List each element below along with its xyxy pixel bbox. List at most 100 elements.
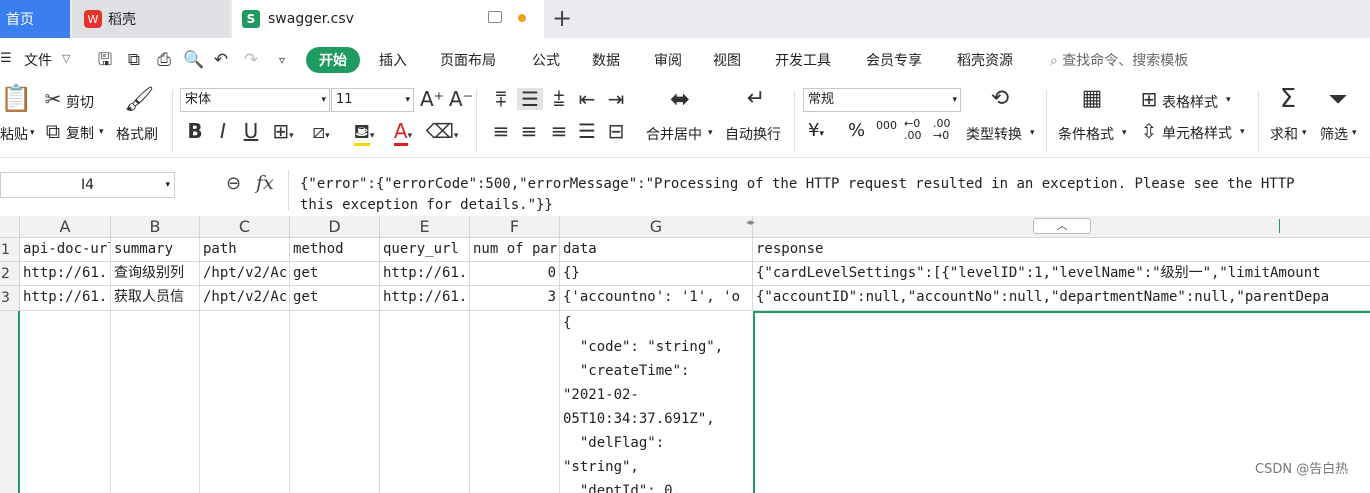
cell-e1[interactable]: query_url <box>380 238 470 262</box>
bold-icon[interactable]: B <box>184 120 206 142</box>
conditional-format-icon[interactable]: ▦ <box>1076 88 1108 110</box>
menu-member[interactable]: 会员专享 <box>866 50 922 70</box>
menu-view[interactable]: 视图 <box>713 50 741 70</box>
customize-icon[interactable]: ▿ <box>272 50 292 70</box>
column-header-a[interactable]: A <box>20 216 111 238</box>
column-header-e[interactable]: E <box>380 216 470 238</box>
cell-d1[interactable]: method <box>290 238 380 262</box>
paste-button[interactable]: 粘贴 <box>0 124 28 144</box>
italic-icon[interactable]: I <box>212 120 234 142</box>
wrap-text-button[interactable]: 自动换行 <box>725 124 781 144</box>
chevron-down-icon[interactable]: ▽ <box>62 52 70 65</box>
percent-icon[interactable]: % <box>848 120 865 141</box>
cell-f3[interactable]: 3 <box>470 286 560 311</box>
border-icon[interactable]: ⊞▾ <box>268 120 298 147</box>
cell-g4[interactable]: { "code": "string", "createTime": "2021-… <box>563 311 753 493</box>
decrease-font-icon[interactable]: A⁻ <box>449 88 473 110</box>
menu-formula[interactable]: 公式 <box>532 50 560 70</box>
cell-d2[interactable]: get <box>290 262 380 286</box>
select-all-corner[interactable] <box>0 216 20 238</box>
cell-b3[interactable]: 获取人员信 <box>111 286 200 311</box>
menu-resources[interactable]: 稻壳资源 <box>957 50 1013 70</box>
merge-center-button[interactable]: 合并居中 <box>646 124 702 144</box>
cell-g2[interactable]: {} <box>560 262 753 286</box>
copy-button[interactable]: 复制 <box>66 123 94 143</box>
cell-a2[interactable]: http://61. <box>20 262 111 286</box>
outdent-icon[interactable]: ⇤ <box>576 88 598 110</box>
cell-e2[interactable]: http://61. <box>380 262 470 286</box>
cell-h3[interactable]: {"accountID":null,"accountNo":null,"depa… <box>753 286 1370 311</box>
table-style-dropdown-icon[interactable]: ▾ <box>1226 95 1231 105</box>
tab-home[interactable]: 首页 <box>0 0 70 38</box>
table-style-button[interactable]: 表格样式 <box>1162 92 1218 112</box>
zoom-icon[interactable]: ⊖ <box>226 173 241 194</box>
cell-format-icon[interactable]: ⧄▾ <box>306 120 336 147</box>
command-search[interactable]: ⌕ 查找命令、搜索模板 <box>1050 50 1188 70</box>
cell-c3[interactable]: /hpt/v2/Ac <box>200 286 290 311</box>
cell-d3[interactable]: get <box>290 286 380 311</box>
menu-developer[interactable]: 开发工具 <box>775 50 831 70</box>
cell-a3[interactable]: http://61. <box>20 286 111 311</box>
menu-start[interactable]: 开始 <box>306 47 360 73</box>
resize-handle-icon[interactable]: ◂▸ <box>746 218 755 228</box>
row-header-3[interactable]: 3 <box>0 286 20 311</box>
cell-h1[interactable]: response <box>753 238 1370 262</box>
cell-c1[interactable]: path <box>200 238 290 262</box>
collapse-formula-icon[interactable]: ︿ <box>1033 218 1091 234</box>
copy-icon[interactable]: ⧉ <box>42 120 64 142</box>
formula-input[interactable]: {"error":{"errorCode":500,"errorMessage"… <box>300 174 1370 218</box>
align-right-icon[interactable]: ≡ <box>548 120 570 142</box>
row-header-4[interactable] <box>0 311 20 493</box>
align-top-icon[interactable]: ⩱ <box>490 88 512 110</box>
column-header-c[interactable]: C <box>200 216 290 238</box>
remove-decimal-icon[interactable]: .00 →0 <box>933 118 957 142</box>
fill-color-icon[interactable]: ⛾▾ <box>346 119 382 147</box>
cell-f1[interactable]: num of par <box>470 238 560 262</box>
cell-b2[interactable]: 查询级别列 <box>111 262 200 286</box>
filter-button[interactable]: 筛选 <box>1320 124 1348 144</box>
cell-style-icon[interactable]: ⇳ <box>1138 120 1160 142</box>
paste-icon[interactable]: 📋 <box>0 86 32 112</box>
scissors-icon[interactable]: ✂ <box>42 88 64 110</box>
copy-dropdown-icon[interactable]: ▾ <box>99 127 104 137</box>
column-header-f[interactable]: F <box>470 216 560 238</box>
cut-button[interactable]: 剪切 <box>66 92 94 112</box>
type-convert-icon[interactable]: ⟲ <box>984 88 1016 110</box>
menu-page-layout[interactable]: 页面布局 <box>440 50 496 70</box>
print-preview-icon[interactable]: 🔍 <box>183 50 204 70</box>
distributed-icon[interactable]: ⊟ <box>605 120 627 142</box>
cell-a1[interactable]: api-doc-url <box>20 238 111 262</box>
sum-dropdown-icon[interactable]: ▾ <box>1302 128 1307 138</box>
conditional-format-button[interactable]: 条件格式 <box>1058 124 1114 144</box>
new-tab-plus-icon[interactable]: + <box>552 6 572 30</box>
align-left-icon[interactable]: ≡ <box>490 120 512 142</box>
format-painter-icon[interactable]: 🖌 <box>124 87 154 111</box>
add-decimal-icon[interactable]: ←0 .00 <box>904 118 928 142</box>
menu-review[interactable]: 审阅 <box>654 50 682 70</box>
paste-dropdown-icon[interactable]: ▾ <box>30 128 35 138</box>
hamburger-icon[interactable]: ☰ <box>0 51 12 66</box>
merge-dropdown-icon[interactable]: ▾ <box>708 128 713 138</box>
filter-dropdown-icon[interactable]: ▾ <box>1352 128 1357 138</box>
wrap-text-icon[interactable]: ↵ <box>740 88 772 110</box>
column-header-h[interactable]: ︿ <box>753 216 1370 238</box>
cell-g3[interactable]: {'accountno': '1', 'o <box>560 286 753 311</box>
fx-icon[interactable]: fx <box>256 172 274 194</box>
redo-icon[interactable]: ↷ <box>241 50 261 70</box>
sum-button[interactable]: 求和 <box>1270 124 1298 144</box>
sum-icon[interactable]: Σ <box>1272 86 1304 112</box>
cell-e3[interactable]: http://61. <box>380 286 470 311</box>
menu-file[interactable]: 文件 <box>24 50 52 70</box>
column-header-b[interactable]: B <box>111 216 200 238</box>
tab-file[interactable]: S swagger.csv <box>232 0 544 38</box>
type-convert-button[interactable]: 类型转换 <box>966 124 1022 144</box>
cell-f2[interactable]: 0 <box>470 262 560 286</box>
column-header-g[interactable]: G <box>560 216 753 238</box>
merge-center-icon[interactable]: ⬌ <box>664 87 696 111</box>
number-format-select[interactable]: 常规 ▾ <box>803 88 961 112</box>
cell-style-dropdown-icon[interactable]: ▾ <box>1240 127 1245 137</box>
table-style-icon[interactable]: ⊞ <box>1138 88 1160 110</box>
row-header-1[interactable]: 1 <box>0 238 20 262</box>
cell-style-button[interactable]: 单元格样式 <box>1162 123 1232 143</box>
export-icon[interactable]: ⧉ <box>124 50 144 70</box>
